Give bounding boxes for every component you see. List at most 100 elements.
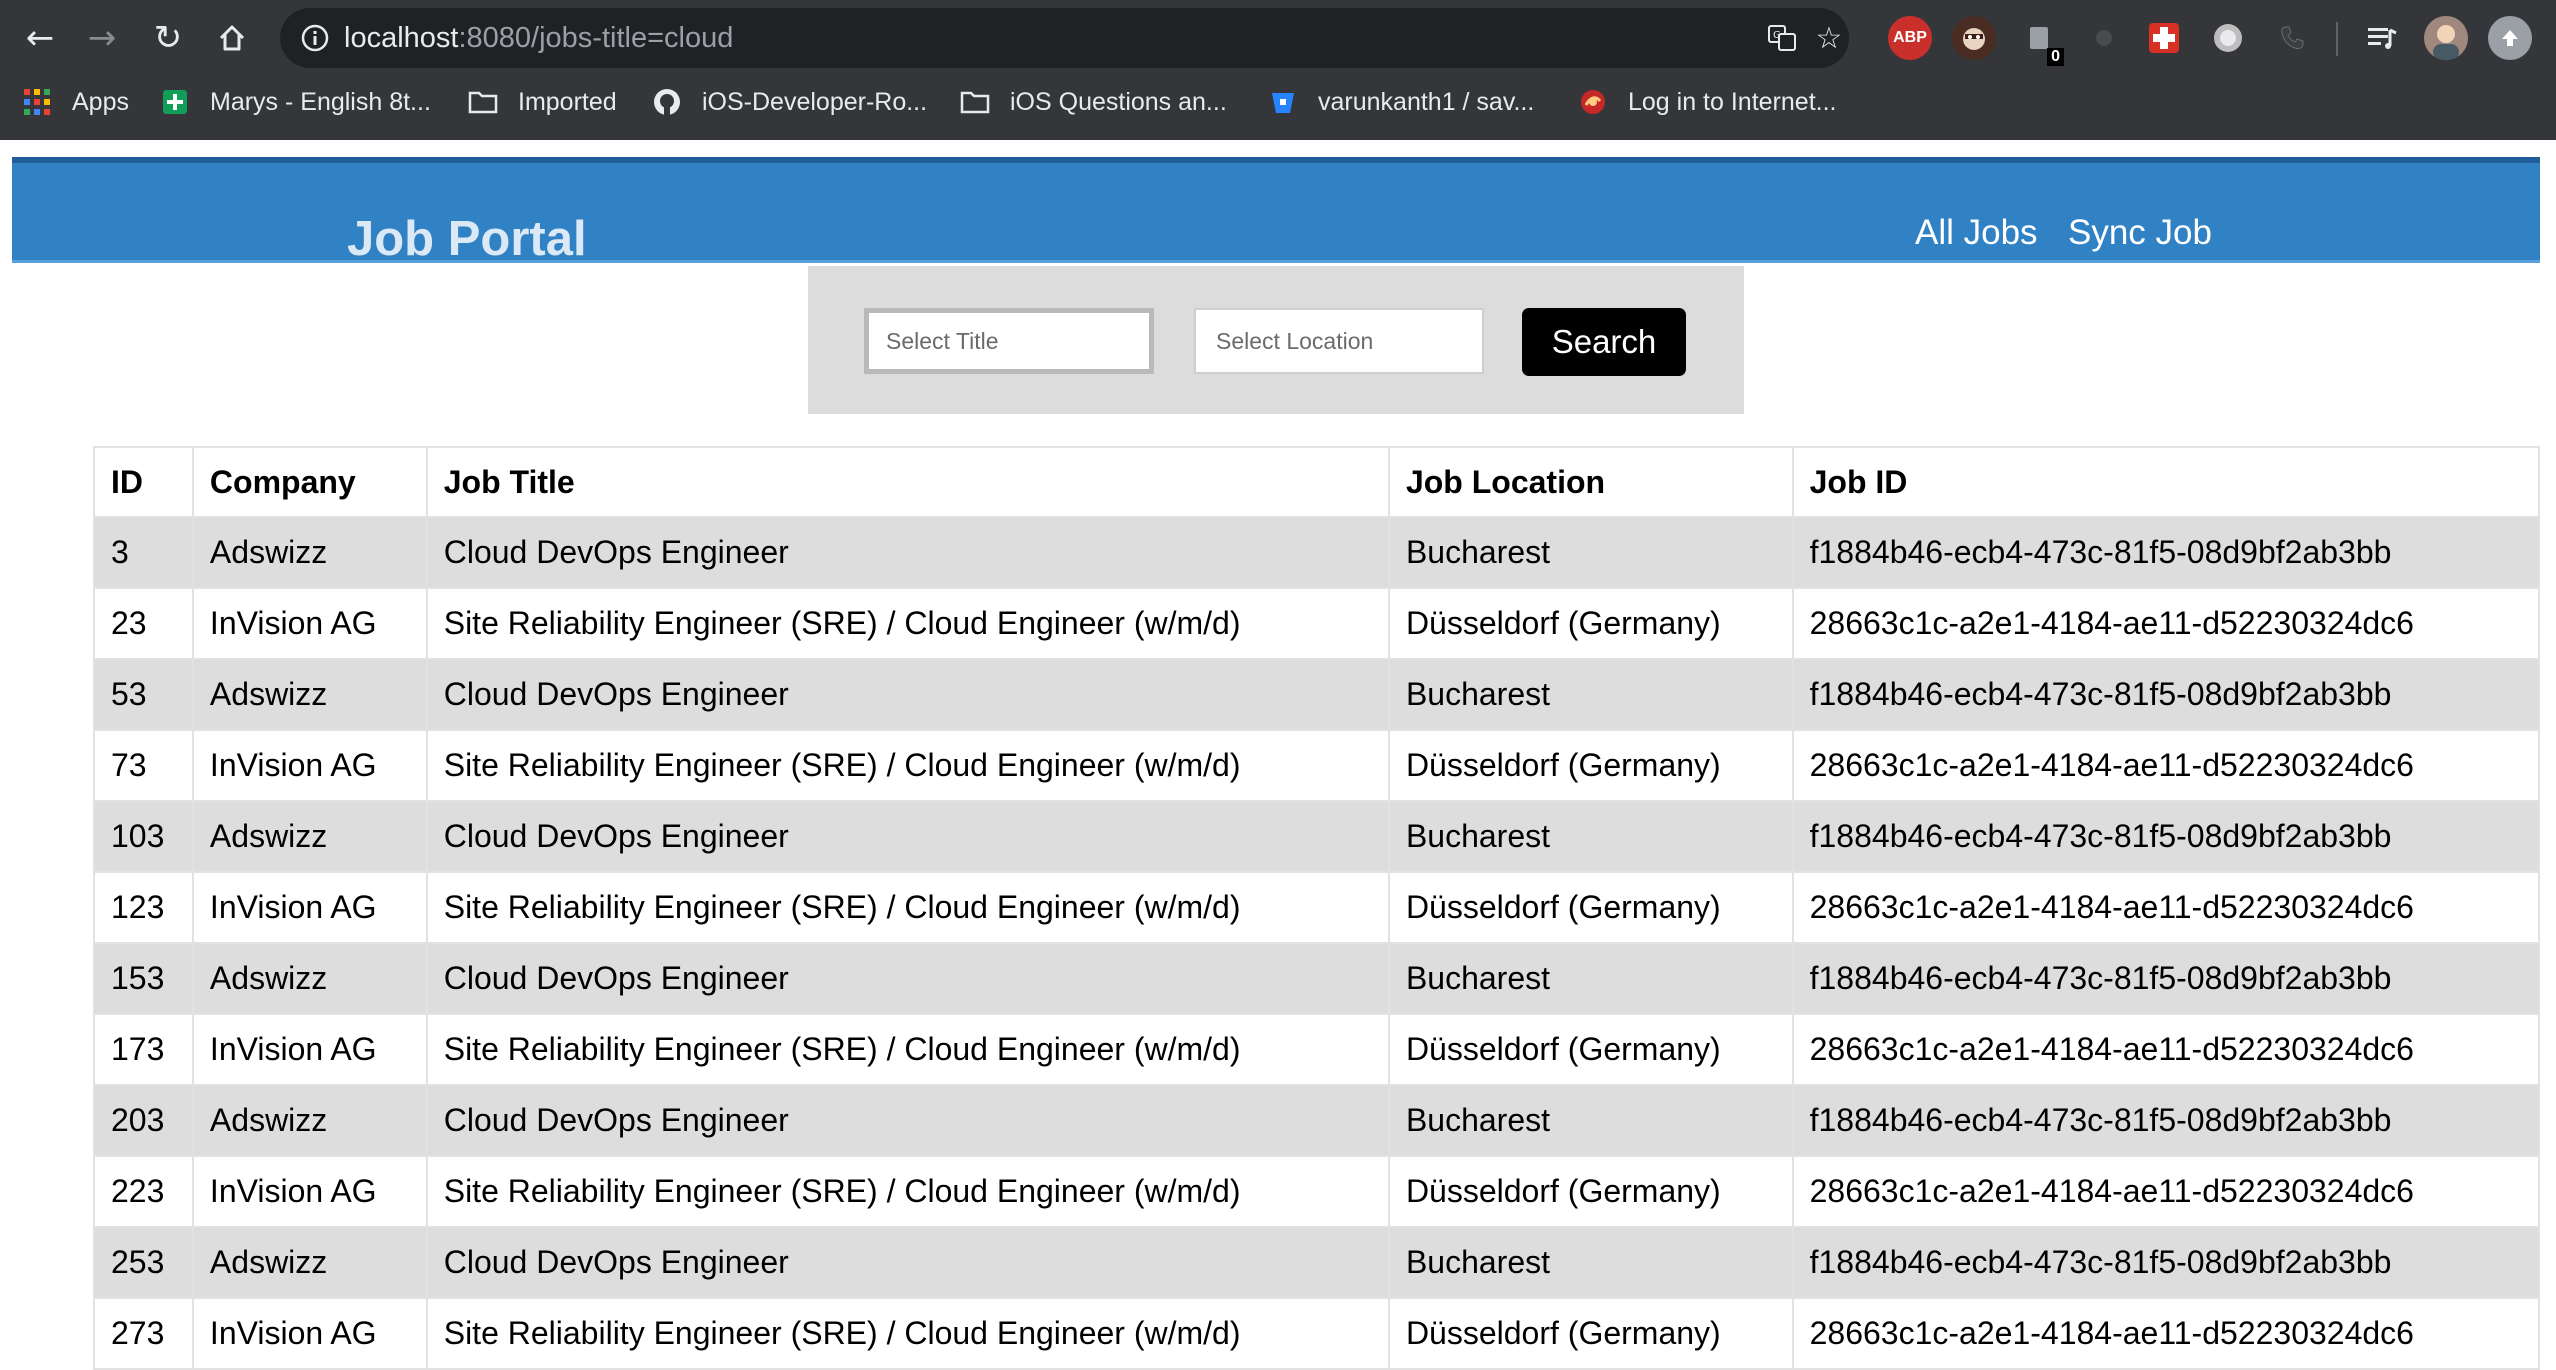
cell-id: 223 xyxy=(93,1155,194,1228)
cell-company: Adswizz xyxy=(191,1084,428,1157)
table-row[interactable]: 253 Adswizz Cloud DevOps Engineer Bucharest… xyxy=(93,1226,2541,1299)
table-row[interactable]: 3 Adswizz Cloud DevOps Engineer Bucharest f1… xyxy=(93,516,2541,589)
cell-company: InVision AG xyxy=(191,871,428,944)
search-button[interactable]: Search xyxy=(1522,308,1686,376)
table-row[interactable]: 153 Adswizz Cloud DevOps Engineer Bucharest… xyxy=(93,942,2541,1015)
profile-avatar[interactable] xyxy=(2424,16,2468,60)
home-icon[interactable] xyxy=(208,14,256,62)
bookmark-label: iOS Questions an... xyxy=(1010,87,1227,116)
bookmark-marys-english[interactable]: Marys - English 8t... xyxy=(160,80,431,124)
table-row[interactable]: 273 InVision AG Site Reliability Engineer … xyxy=(93,1297,2541,1370)
cell-id: 173 xyxy=(93,1013,194,1086)
cell-job-id: f1884b46-ecb4-473c-81f5-08d9bf2ab3bb xyxy=(1791,516,2541,589)
table-row[interactable]: 103 Adswizz Cloud DevOps Engineer Bucharest… xyxy=(93,800,2541,873)
adblock-label: ABP xyxy=(1893,29,1927,46)
bookmark-login-internet[interactable]: Log in to Internet... xyxy=(1578,80,1836,124)
translate-icon[interactable]: G xyxy=(1762,18,1802,58)
update-arrow-icon[interactable] xyxy=(2488,16,2532,60)
address-bar[interactable]: localhost:8080/jobs-title=cloud G ☆ xyxy=(280,8,1849,68)
forward-icon[interactable]: → xyxy=(78,14,126,62)
cell-job-id: 28663c1c-a2e1-4184-ae11-d52230324dc6 xyxy=(1791,871,2541,944)
cell-id: 103 xyxy=(93,800,194,873)
table-row[interactable]: 53 Adswizz Cloud DevOps Engineer Bucharest f… xyxy=(93,658,2541,731)
location-search-input[interactable] xyxy=(1194,308,1484,374)
table-row[interactable]: 203 Adswizz Cloud DevOps Engineer Bucharest… xyxy=(93,1084,2541,1157)
media-queue-icon[interactable] xyxy=(2360,16,2404,60)
cell-id: 253 xyxy=(93,1226,194,1299)
table-row[interactable]: 223 InVision AG Site Reliability Engineer … xyxy=(93,1155,2541,1228)
cell-company: InVision AG xyxy=(191,1013,428,1086)
bookmark-ios-developer[interactable]: iOS-Developer-Ro... xyxy=(652,80,927,124)
folder-icon xyxy=(468,87,498,117)
cell-company: Adswizz xyxy=(191,800,428,873)
cell-job-id: 28663c1c-a2e1-4184-ae11-d52230324dc6 xyxy=(1791,1155,2541,1228)
bookmark-label: Apps xyxy=(72,87,129,116)
extension-counter-icon[interactable]: 0 xyxy=(2018,16,2064,66)
cell-job-title: Cloud DevOps Engineer xyxy=(425,1084,1390,1157)
browser-toolbar: ← → ↻ localhost:8080/jobs-title=cloud G … xyxy=(0,0,2556,76)
table-row[interactable]: 23 InVision AG Site Reliability Engineer (… xyxy=(93,587,2541,660)
bookmark-star-icon[interactable]: ☆ xyxy=(1809,18,1849,58)
cell-job-title: Site Reliability Engineer (SRE) / Cloud … xyxy=(425,1297,1390,1370)
cell-job-location: Bucharest xyxy=(1387,1084,1794,1157)
column-header-job-title: Job Title xyxy=(425,446,1390,518)
cell-job-location: Düsseldorf (Germany) xyxy=(1387,729,1794,802)
extension-mask-icon[interactable] xyxy=(1952,16,1996,60)
jobs-table: ID Company Job Title Job Location Job ID… xyxy=(93,446,2541,1370)
adblock-icon[interactable]: ABP xyxy=(1888,16,1932,60)
extension-dim-icon[interactable] xyxy=(2082,16,2126,60)
table-row[interactable]: 73 InVision AG Site Reliability Engineer (… xyxy=(93,729,2541,802)
bookmark-varunkanth1[interactable]: varunkanth1 / sav... xyxy=(1268,80,1534,124)
table-row[interactable]: 123 InVision AG Site Reliability Engineer … xyxy=(93,871,2541,944)
cell-job-id: f1884b46-ecb4-473c-81f5-08d9bf2ab3bb xyxy=(1791,942,2541,1015)
title-search-input[interactable] xyxy=(864,308,1154,374)
bookmark-ios-questions[interactable]: iOS Questions an... xyxy=(960,80,1227,124)
page-content: Job Portal All Jobs Sync Job Search ID C… xyxy=(0,140,2556,1370)
cell-job-title: Cloud DevOps Engineer xyxy=(425,516,1390,589)
cell-job-location: Düsseldorf (Germany) xyxy=(1387,1155,1794,1228)
cell-id: 53 xyxy=(93,658,194,731)
table-row[interactable]: 173 InVision AG Site Reliability Engineer … xyxy=(93,1013,2541,1086)
cell-job-title: Cloud DevOps Engineer xyxy=(425,942,1390,1015)
extension-cross-icon[interactable] xyxy=(2142,16,2186,60)
cell-job-title: Cloud DevOps Engineer xyxy=(425,1226,1390,1299)
cell-job-title: Site Reliability Engineer (SRE) / Cloud … xyxy=(425,729,1390,802)
nav-sync-job[interactable]: Sync Job xyxy=(2068,213,2212,253)
bookmark-label: varunkanth1 / sav... xyxy=(1318,87,1535,116)
cell-job-location: Bucharest xyxy=(1387,1226,1794,1299)
extension-badge: 0 xyxy=(2047,48,2064,66)
cell-job-location: Düsseldorf (Germany) xyxy=(1387,587,1794,660)
bookmark-label: Imported xyxy=(518,87,617,116)
back-icon[interactable]: ← xyxy=(16,14,64,62)
site-info-icon[interactable] xyxy=(296,19,334,57)
cell-job-id: f1884b46-ecb4-473c-81f5-08d9bf2ab3bb xyxy=(1791,1226,2541,1299)
bookmark-label: iOS-Developer-Ro... xyxy=(702,87,928,116)
cell-company: InVision AG xyxy=(191,1297,428,1370)
cell-id: 3 xyxy=(93,516,194,589)
bookmark-imported[interactable]: Imported xyxy=(468,80,617,124)
cell-job-location: Bucharest xyxy=(1387,658,1794,731)
table-header-row: ID Company Job Title Job Location Job ID xyxy=(93,446,2541,518)
reload-icon[interactable]: ↻ xyxy=(144,14,192,62)
cell-company: Adswizz xyxy=(191,658,428,731)
search-panel: Search xyxy=(808,266,1744,414)
extension-phone-icon[interactable] xyxy=(2270,16,2314,60)
cell-job-location: Düsseldorf (Germany) xyxy=(1387,1013,1794,1086)
cell-company: InVision AG xyxy=(191,1155,428,1228)
cell-job-location: Düsseldorf (Germany) xyxy=(1387,871,1794,944)
sheets-plus-icon xyxy=(160,87,190,117)
github-icon xyxy=(652,87,682,117)
url-text[interactable]: localhost:8080/jobs-title=cloud xyxy=(344,22,733,55)
cell-id: 273 xyxy=(93,1297,194,1370)
cell-id: 73 xyxy=(93,729,194,802)
cell-job-location: Bucharest xyxy=(1387,942,1794,1015)
brand-title[interactable]: Job Portal xyxy=(347,211,587,267)
extension-record-icon[interactable] xyxy=(2206,16,2250,60)
nav-all-jobs[interactable]: All Jobs xyxy=(1915,213,2038,253)
cell-job-location: Bucharest xyxy=(1387,516,1794,589)
cell-id: 153 xyxy=(93,942,194,1015)
cell-company: Adswizz xyxy=(191,1226,428,1299)
bookmarks-bar: Apps Marys - English 8t... Imported iOS-… xyxy=(0,80,2556,124)
svg-text:G: G xyxy=(1773,30,1781,41)
bookmark-apps[interactable]: Apps xyxy=(22,80,129,124)
